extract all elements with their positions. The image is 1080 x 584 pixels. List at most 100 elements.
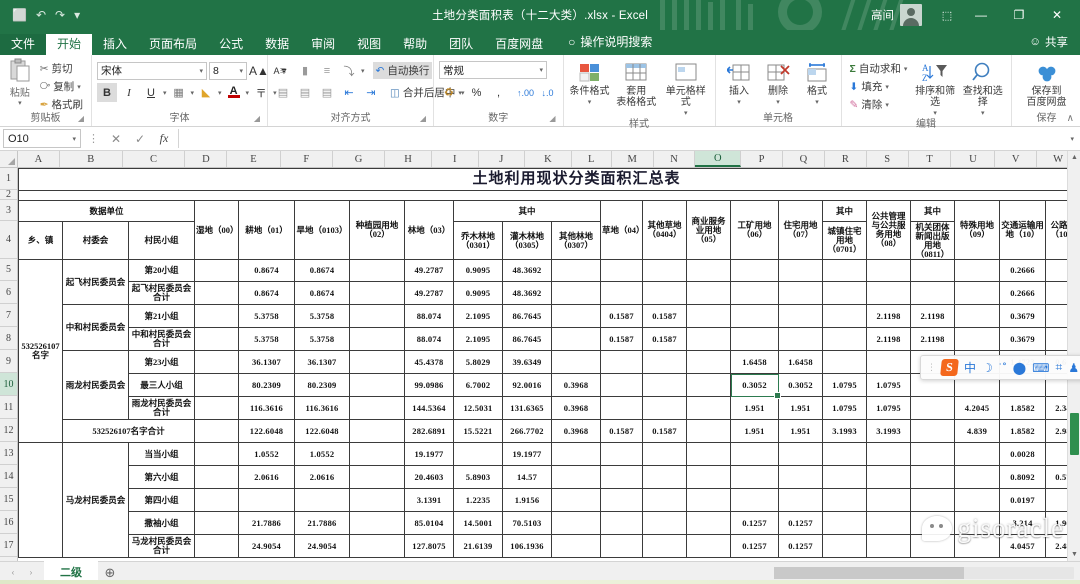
- cell-val[interactable]: [778, 259, 823, 282]
- ime-drag-handle[interactable]: ⋮: [927, 362, 936, 373]
- font-size-chevron-down-icon[interactable]: ▾: [239, 67, 243, 75]
- collapse-ribbon-icon[interactable]: ∧: [1067, 113, 1074, 124]
- tab-baidu-netdisk[interactable]: 百度网盘: [484, 34, 554, 55]
- cell-val[interactable]: [778, 442, 823, 466]
- cell-val[interactable]: 1.951: [778, 419, 823, 443]
- restore-button[interactable]: ❐: [1000, 0, 1038, 30]
- close-button[interactable]: ✕: [1038, 0, 1076, 30]
- tab-review[interactable]: 审阅: [300, 34, 346, 55]
- cell-val[interactable]: [349, 350, 405, 374]
- cell-val[interactable]: 3.1993: [822, 419, 867, 443]
- row-header-13[interactable]: 13: [0, 442, 17, 465]
- cell-val[interactable]: [822, 465, 867, 489]
- clear-chevron-down-icon[interactable]: ▾: [885, 101, 889, 109]
- cell-val[interactable]: 1.951: [730, 419, 779, 443]
- table-row[interactable]: 撒袖小组 21.7886 21.7886 85.0104 14.5001 70.…: [19, 511, 1080, 535]
- row-header-8[interactable]: 8: [0, 327, 17, 350]
- increase-indent-icon[interactable]: ⇥: [361, 83, 381, 102]
- cell-val[interactable]: 4.0457: [999, 534, 1046, 558]
- cell-val[interactable]: [954, 534, 1000, 558]
- cell-val[interactable]: [822, 511, 867, 535]
- cell-val[interactable]: [822, 259, 867, 282]
- cell-val[interactable]: [730, 281, 779, 305]
- table-row[interactable]: 马龙村民委员会 当当小组 1.0552 1.0552 19.1977 19.19…: [18, 442, 1080, 558]
- cell-val[interactable]: 0.1257: [778, 534, 823, 558]
- cell-val[interactable]: 0.3679: [999, 327, 1046, 351]
- cell-val[interactable]: 80.2309: [238, 373, 295, 397]
- cell-val[interactable]: [822, 281, 867, 305]
- cell-val[interactable]: [194, 373, 239, 397]
- cell-val[interactable]: 116.3616: [294, 396, 350, 420]
- cell-val[interactable]: 0.3679: [999, 304, 1046, 328]
- cell-val[interactable]: [730, 442, 779, 466]
- cell-val[interactable]: [349, 419, 405, 443]
- ime-handwriting-icon[interactable]: ⌗: [1056, 360, 1063, 375]
- insert-chevron-down-icon[interactable]: ▾: [737, 97, 741, 108]
- col-header-Q[interactable]: Q: [783, 151, 825, 167]
- cell-val[interactable]: 0.1257: [730, 534, 779, 558]
- cell-val[interactable]: [730, 327, 779, 351]
- cell-group[interactable]: 撒袖小组: [128, 511, 195, 535]
- align-center-icon[interactable]: ▤: [295, 83, 315, 102]
- format-painter-button[interactable]: ✒ 格式刷: [37, 96, 86, 113]
- tab-view[interactable]: 视图: [346, 34, 392, 55]
- col-header-E[interactable]: E: [227, 151, 281, 167]
- table-row-subtotal[interactable]: 532526107名字合计 122.6048 122.6048 282.6891…: [19, 419, 1080, 443]
- align-left-icon[interactable]: ▤: [273, 83, 293, 102]
- confirm-entry-icon[interactable]: ✓: [128, 132, 152, 146]
- cell-val[interactable]: [686, 327, 731, 351]
- row-header-2[interactable]: 2: [0, 189, 17, 200]
- cell-val[interactable]: 39.6349: [502, 350, 552, 374]
- vertical-scroll-thumb[interactable]: [1070, 413, 1079, 455]
- col-header-G[interactable]: G: [333, 151, 386, 167]
- cell-val[interactable]: [954, 511, 1000, 535]
- cell-val[interactable]: 122.6048: [238, 419, 295, 443]
- col-header-H[interactable]: H: [385, 151, 432, 167]
- cell-group[interactable]: 中和村民委员会合计: [128, 327, 195, 351]
- cell-val[interactable]: [600, 511, 643, 535]
- cell-val[interactable]: [866, 442, 911, 466]
- col-header-M[interactable]: M: [612, 151, 654, 167]
- fill-button[interactable]: ⬇ 填充 ▾: [847, 78, 911, 95]
- col-header-T[interactable]: T: [909, 151, 952, 167]
- formula-input[interactable]: [178, 129, 1071, 148]
- cell-subtotal-label[interactable]: 532526107名字合计: [62, 419, 195, 443]
- borders-chevron-down-icon[interactable]: ▾: [191, 89, 195, 97]
- cell-val[interactable]: [349, 304, 405, 328]
- cell-group[interactable]: 第六小组: [128, 465, 195, 489]
- cell-val[interactable]: [642, 442, 687, 466]
- cell-val[interactable]: 4.839: [954, 419, 1000, 443]
- table-row[interactable]: 第四小组 3.1391 1.2235 1.9156 0.0197: [19, 488, 1080, 512]
- cell-val[interactable]: 0.0197: [999, 488, 1046, 512]
- cell-val[interactable]: [349, 465, 405, 489]
- copy-chevron-down-icon[interactable]: ▾: [77, 83, 81, 91]
- font-dialog-launcher-icon[interactable]: ◢: [254, 113, 260, 125]
- tab-data[interactable]: 数据: [254, 34, 300, 55]
- cell-val[interactable]: [600, 281, 643, 305]
- orientation-chevron-down-icon[interactable]: ▾: [361, 67, 365, 75]
- cell-val[interactable]: 2.0616: [294, 465, 350, 489]
- cell-val[interactable]: 0.8092: [999, 465, 1046, 489]
- cell-val[interactable]: [686, 511, 731, 535]
- cell-val[interactable]: [600, 350, 643, 374]
- cell-val[interactable]: [686, 419, 731, 443]
- cell-val[interactable]: 3.1391: [404, 488, 454, 512]
- row-header-7[interactable]: 7: [0, 304, 17, 327]
- row-header-3[interactable]: 3: [0, 200, 17, 221]
- cell-val[interactable]: 2.1198: [910, 327, 955, 351]
- cell-val[interactable]: 1.2235: [453, 488, 503, 512]
- copy-button[interactable]: ⧂ 复制 ▾: [37, 78, 86, 95]
- cell-val[interactable]: [551, 488, 601, 512]
- cell-val[interactable]: [600, 442, 643, 466]
- cell-val[interactable]: 1.0552: [238, 442, 295, 466]
- cell-val[interactable]: [194, 304, 239, 328]
- col-header-K[interactable]: K: [525, 151, 572, 167]
- cell-val[interactable]: [686, 350, 731, 374]
- scroll-up-icon[interactable]: ▲: [1068, 151, 1080, 164]
- cell-val[interactable]: 1.0795: [866, 396, 911, 420]
- row-header-10[interactable]: 10: [0, 373, 17, 396]
- table-row[interactable]: 雨龙村民委员会合计 116.3616 116.3616 144.5364 12.…: [19, 396, 1080, 420]
- cell-val[interactable]: 85.0104: [404, 511, 454, 535]
- cell-val[interactable]: [866, 281, 911, 305]
- cell-val[interactable]: 0.1587: [642, 304, 687, 328]
